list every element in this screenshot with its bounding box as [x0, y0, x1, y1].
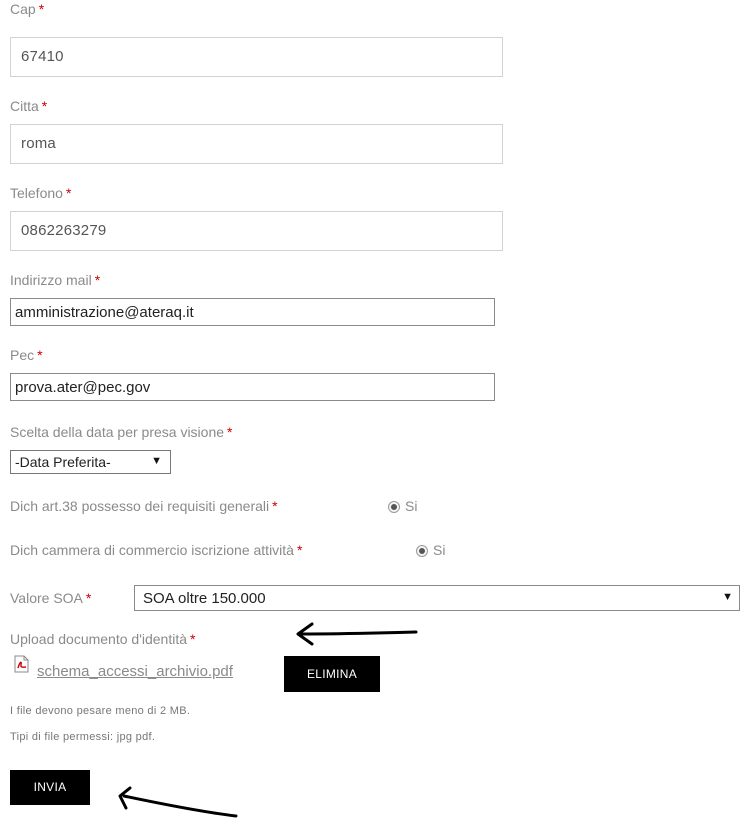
pec-field[interactable]: prova.ater@pec.gov — [10, 373, 495, 401]
dich-art38-radio[interactable] — [388, 501, 400, 513]
required-mark: * — [190, 631, 196, 647]
valore-soa-select[interactable]: SOA oltre 150.000 ▼ — [134, 585, 740, 611]
radio-selected-dot — [391, 504, 397, 510]
telefono-label: Telefono * — [10, 185, 72, 201]
dich-camera-label: Dich cammera di commercio iscrizione att… — [10, 542, 303, 558]
data-visione-selected: -Data Preferita- — [15, 454, 111, 470]
required-mark: * — [85, 590, 92, 606]
required-mark: * — [65, 185, 72, 201]
required-mark: * — [272, 498, 278, 514]
citta-field[interactable]: roma — [10, 124, 503, 164]
dich-art38-option-label: Si — [405, 498, 418, 514]
dropdown-arrow-icon: ▼ — [722, 591, 733, 603]
pec-label: Pec * — [10, 347, 43, 363]
data-visione-label: Scelta della data per presa visione * — [10, 424, 233, 440]
required-mark: * — [227, 424, 233, 440]
dich-camera-radio[interactable] — [416, 545, 428, 557]
cap-label: Cap * — [10, 1, 45, 17]
required-mark: * — [41, 98, 48, 114]
annotation-arrow-upload — [296, 622, 418, 646]
email-label: Indirizzo mail * — [10, 272, 101, 288]
file-types-note: Tipi di file permessi: jpg pdf. — [10, 731, 156, 743]
dropdown-arrow-icon: ▼ — [151, 455, 162, 467]
radio-selected-dot — [419, 548, 425, 554]
upload-label: Upload documento d'identità * — [10, 631, 196, 647]
required-mark: * — [296, 542, 303, 558]
email-field[interactable]: amministrazione@ateraq.it — [10, 298, 495, 326]
annotation-arrow-submit — [118, 786, 238, 818]
cap-field[interactable]: 67410 — [10, 37, 503, 77]
pdf-file-icon — [14, 655, 29, 673]
dich-camera-option-label: Si — [433, 542, 446, 558]
required-mark: * — [38, 1, 45, 17]
citta-label: Citta * — [10, 98, 48, 114]
delete-file-button[interactable]: ELIMINA — [284, 656, 380, 692]
required-mark: * — [37, 347, 43, 363]
required-mark: * — [94, 272, 101, 288]
telefono-field[interactable]: 0862263279 — [10, 211, 503, 251]
dich-art38-label: Dich art.38 possesso dei requisiti gener… — [10, 498, 278, 514]
file-size-note: I file devono pesare meno di 2 MB. — [10, 705, 191, 717]
valore-soa-selected: SOA oltre 150.000 — [143, 590, 266, 607]
data-visione-select[interactable]: -Data Preferita- ▼ — [10, 450, 171, 474]
submit-button[interactable]: INVIA — [10, 770, 90, 805]
valore-soa-label: Valore SOA * — [10, 590, 92, 606]
uploaded-file-link[interactable]: schema_accessi_archivio.pdf — [37, 663, 233, 680]
